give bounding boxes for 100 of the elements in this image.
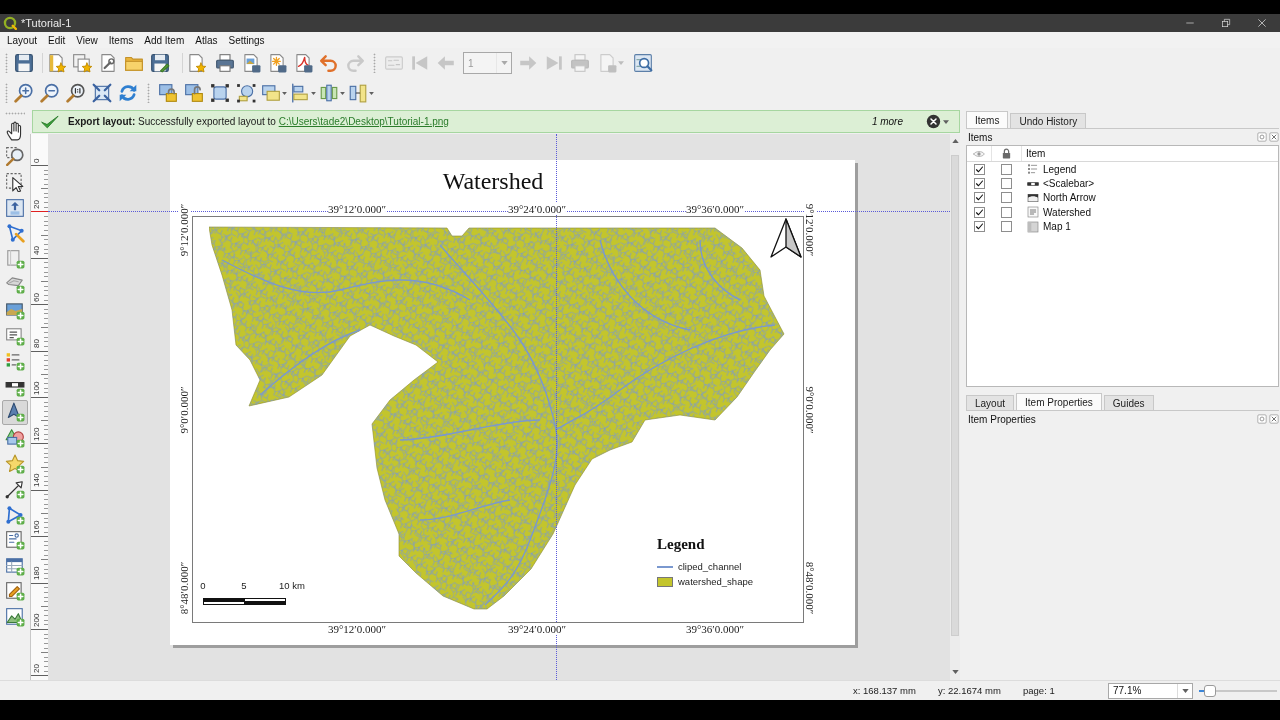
visibility-checkbox[interactable] xyxy=(973,163,985,175)
menu-item[interactable]: Edit xyxy=(43,32,71,48)
ruler-label: 180 xyxy=(32,566,41,581)
slider-thumb[interactable] xyxy=(1204,684,1217,697)
zoom-out-icon[interactable] xyxy=(40,83,60,103)
panel-tab[interactable]: Layout xyxy=(966,395,1015,410)
menu-item[interactable]: Items xyxy=(103,32,139,48)
ruler-label: 40 xyxy=(32,246,41,256)
cursor-y-readout: y: 22.1674 mm xyxy=(938,685,1002,696)
visibility-checkbox[interactable] xyxy=(973,192,985,204)
ruler-label: 100 xyxy=(32,381,41,395)
column-header: Item xyxy=(1021,146,1278,161)
unlock-icon[interactable] xyxy=(184,83,204,103)
item-name[interactable]: Map 1 xyxy=(1043,221,1071,233)
page-pdf-icon[interactable] xyxy=(293,53,313,73)
restore-icon[interactable] xyxy=(1220,17,1232,29)
panel-tab[interactable]: Item Properties xyxy=(1016,393,1102,410)
close-icon[interactable] xyxy=(1256,17,1268,29)
edit-nodes-icon xyxy=(5,223,25,244)
zoom-full-icon[interactable] xyxy=(92,83,112,103)
caret-icon xyxy=(500,61,508,65)
page-picture-icon[interactable] xyxy=(241,53,261,73)
item-name[interactable]: <Scalebar> xyxy=(1043,178,1095,190)
pages-star-icon[interactable] xyxy=(72,53,92,73)
page-star-icon[interactable] xyxy=(186,53,206,73)
menu-item[interactable]: Settings xyxy=(223,32,270,48)
caret-icon[interactable] xyxy=(339,91,345,95)
legend-list-plus-icon xyxy=(5,351,25,372)
terrain-plus-icon xyxy=(5,274,25,295)
panel-tab[interactable]: Items xyxy=(966,111,1009,128)
ungroup-icon[interactable] xyxy=(236,83,256,103)
app-logo-icon xyxy=(3,16,17,30)
visibility-checkbox[interactable] xyxy=(973,178,985,190)
item-name[interactable]: North Arrow xyxy=(1043,192,1096,204)
panel-tab[interactable]: Undo History xyxy=(1010,113,1087,128)
lock-icon[interactable] xyxy=(158,83,178,103)
zoom-actual-icon[interactable] xyxy=(66,83,86,103)
ruler-label: 160 xyxy=(32,520,41,534)
grid-label: 9°0′0.000″ xyxy=(804,386,816,434)
ruler-label: 80 xyxy=(32,339,41,349)
menu-item[interactable]: Atlas xyxy=(190,32,223,48)
menu-item[interactable]: Add Item xyxy=(139,32,190,48)
align-left-icon[interactable] xyxy=(289,83,310,103)
page-star-icon[interactable] xyxy=(46,53,66,73)
ruler-label: 200 xyxy=(32,613,41,627)
menu-item[interactable]: View xyxy=(71,32,103,48)
lock-checkbox[interactable] xyxy=(1000,206,1012,218)
more-messages-label[interactable]: 1 more xyxy=(871,116,903,127)
lock-checkbox[interactable] xyxy=(1000,178,1012,190)
lock-checkbox[interactable] xyxy=(1000,221,1012,233)
menu-item[interactable]: Layout xyxy=(2,32,43,48)
caret-icon[interactable] xyxy=(281,91,287,95)
check-icon xyxy=(41,114,59,129)
printer-icon[interactable] xyxy=(215,53,235,73)
profile-chart-plus-icon xyxy=(5,607,25,628)
legend-title: Legend xyxy=(657,535,705,553)
scroll-up-icon[interactable] xyxy=(951,139,959,143)
item-name[interactable]: Watershed xyxy=(1043,206,1091,218)
page-wrench-icon[interactable] xyxy=(98,53,118,73)
scrollbar-thumb[interactable] xyxy=(951,155,959,636)
caret-icon[interactable] xyxy=(368,91,374,95)
panel-title: Items xyxy=(968,131,993,143)
zoom-field[interactable]: 77.1% xyxy=(1108,682,1193,699)
distribute-icon[interactable] xyxy=(318,83,339,103)
lock-checkbox[interactable] xyxy=(1000,192,1012,204)
north-arrow-plus-icon xyxy=(5,402,25,423)
tool-button[interactable] xyxy=(2,399,28,426)
panel-tab[interactable]: Guides xyxy=(1103,395,1154,410)
visibility-checkbox[interactable] xyxy=(973,221,985,233)
zoom-in-icon[interactable] xyxy=(14,83,34,103)
table-pencil-plus-icon xyxy=(5,581,25,602)
grid-label: 39°12′0.000″ xyxy=(327,623,387,635)
caret-icon[interactable] xyxy=(943,119,949,124)
vertical-scrollbar[interactable] xyxy=(950,134,960,680)
message-text: Export layout: Successfully exported layout to C:\Users\tade2\Desktop\Tutorial-1.png xyxy=(68,116,449,127)
scroll-down-icon[interactable] xyxy=(951,670,959,674)
lock-checkbox[interactable] xyxy=(1000,163,1012,175)
grid-label: 9°12′0.000″ xyxy=(804,203,816,257)
visibility-checkbox[interactable] xyxy=(973,206,985,218)
item-name[interactable]: Legend xyxy=(1043,163,1077,175)
page-asterisk-icon[interactable] xyxy=(267,53,287,73)
layered-boxes-icon[interactable] xyxy=(260,83,281,103)
file-link[interactable]: C:\Users\tade2\Desktop\Tutorial-1.png xyxy=(278,116,449,127)
scalebar-label: 10 km xyxy=(279,580,305,592)
shapes-plus-icon xyxy=(5,427,25,448)
caret-icon[interactable] xyxy=(310,91,316,95)
cursor-marker xyxy=(31,211,48,212)
map-icon xyxy=(1027,220,1039,233)
map-magnifier-icon[interactable] xyxy=(633,53,653,73)
close-icon[interactable] xyxy=(926,114,941,129)
table-plus-icon xyxy=(5,555,25,576)
resize-icon[interactable] xyxy=(347,83,368,103)
page-readout: page: 1 xyxy=(1023,685,1056,696)
ruler-label: 0 xyxy=(32,158,41,163)
refresh-icon[interactable] xyxy=(118,83,138,103)
group-icon[interactable] xyxy=(210,83,230,103)
undo-icon[interactable] xyxy=(319,53,339,73)
floppy-pencil-icon[interactable] xyxy=(150,53,170,73)
scalebar-label: 5 xyxy=(241,580,247,592)
text-box-plus-icon xyxy=(5,325,25,346)
